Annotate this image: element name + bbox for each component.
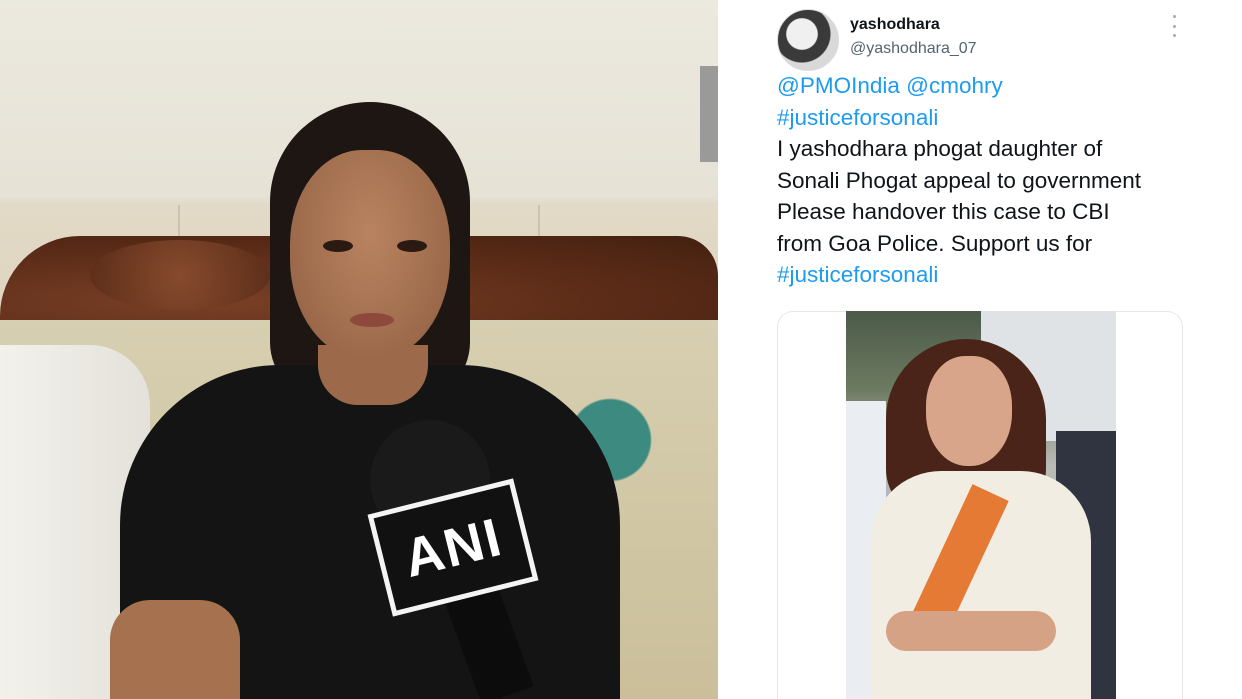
girl-eye-left [323,240,353,252]
user-handle[interactable]: @yashodhara_07 [850,40,977,58]
girl-face [290,150,450,360]
hashtag-link-closing[interactable]: #justiceforsonali [777,262,938,287]
tweet-media-photo[interactable] [846,311,1116,699]
sofa-carving [90,240,270,310]
video-frame: ANI [0,0,718,699]
tweet-line-4: from Goa Police. Support us for [777,230,1093,256]
tweet-line-2: Sonali Phogat appeal to government [777,167,1142,193]
girl-eye-right [397,240,427,252]
photo-woman-face [926,356,1012,466]
tweet-text: @PMOIndia @cmohry #justiceforsonali I ya… [777,70,1197,291]
mic-flag-text: ANI [397,506,509,589]
mention-cmohry[interactable]: @cmohry [906,73,1003,98]
more-options-icon[interactable] [1167,15,1181,37]
hashtag-link[interactable]: #justiceforsonali [777,105,938,130]
window-edge [700,66,718,162]
mention-line: @PMOIndia @cmohry [777,70,1197,102]
photo-woman-arms [886,611,1056,651]
tweet-line-1: I yashodhara phogat daughter of [777,136,1103,161]
mention-pmoindia[interactable]: @PMOIndia [777,73,900,98]
tweet-line-3: Please handover this case to CBI [777,199,1110,224]
girl-lips [350,313,394,327]
avatar[interactable] [777,9,839,71]
girl-arm [110,600,240,699]
display-name[interactable]: yashodhara [850,16,940,34]
